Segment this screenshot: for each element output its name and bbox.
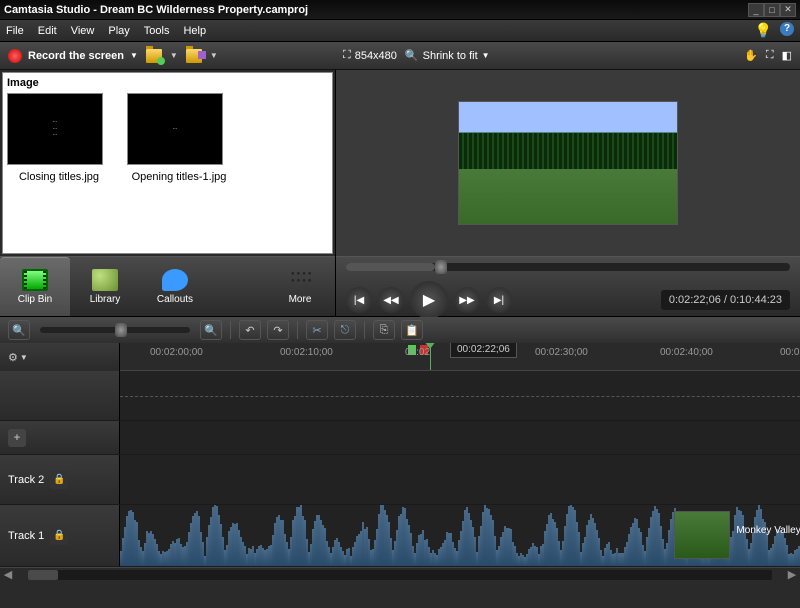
menu-tools[interactable]: Tools <box>144 25 170 37</box>
track-spacer <box>120 371 800 420</box>
thumbnail: ········· <box>7 93 103 165</box>
import-media-button[interactable] <box>146 49 162 63</box>
clip-label: Monkey Valley Video.m <box>736 525 800 536</box>
lock-icon[interactable]: 🔒 <box>50 527 68 545</box>
dimensions-button[interactable]: ⛶ 854x480 <box>343 49 397 62</box>
record-label: Record the screen <box>28 50 124 62</box>
copy-button[interactable]: ⎘ <box>373 320 395 340</box>
rewind-button[interactable]: ◀◀ <box>378 287 404 313</box>
zoom-dropdown[interactable]: 🔍 Shrink to fit ▼ <box>405 49 490 62</box>
tips-icon[interactable]: 💡 <box>755 22 772 39</box>
paste-button[interactable]: 📋 <box>401 320 423 340</box>
record-button[interactable]: Record the screen ▼ <box>8 49 138 63</box>
scrubber-handle[interactable] <box>435 260 447 274</box>
preview-image <box>458 101 678 225</box>
track-label: Track 2 <box>8 474 44 486</box>
chevron-down-icon[interactable]: ▼ <box>170 51 178 60</box>
play-button[interactable]: ▶ <box>410 281 448 319</box>
redo-button[interactable]: ↷ <box>267 320 289 340</box>
bin-item[interactable]: ········· Closing titles.jpg <box>7 93 111 183</box>
zoom-out-button[interactable]: 🔍 <box>8 320 30 340</box>
tab-clip-bin[interactable]: Clip Bin <box>0 257 70 316</box>
detach-button[interactable]: ◧ <box>782 49 792 62</box>
preview-panel: |◀ ◀◀ ▶ ▶▶ ▶| 0:02:22;06 / 0:10:44:23 <box>335 70 800 316</box>
menu-bar: File Edit View Play Tools Help 💡 ? <box>0 20 800 42</box>
import-wizard-button[interactable] <box>186 49 202 63</box>
forward-button[interactable]: ▶▶ <box>454 287 480 313</box>
pan-button[interactable]: ✋ <box>744 49 758 62</box>
tab-library[interactable]: Library <box>70 257 140 316</box>
scroll-left-icon[interactable]: ◀ <box>2 568 14 581</box>
zoom-in-button[interactable]: 🔍 <box>200 320 222 340</box>
timeline-ruler[interactable]: 00:02:00;00 00:02:10;00 00:02 00:02:30;0… <box>120 343 800 371</box>
panel-tabs: Clip Bin Library Callouts More <box>0 256 335 316</box>
menu-edit[interactable]: Edit <box>38 25 57 37</box>
close-button[interactable]: ✕ <box>780 3 796 17</box>
tab-more[interactable]: More <box>265 257 335 316</box>
library-icon <box>92 269 118 291</box>
clip-thumbnail[interactable] <box>674 511 730 559</box>
timeline: 🔍 🔍 ↶ ↷ ✂ ⎋ ⎘ 📋 ⚙ ▼ 00:02:00;00 00:02:10… <box>0 316 800 608</box>
scroll-right-icon[interactable]: ▶ <box>786 568 798 581</box>
track-label: Track 1 <box>8 530 44 542</box>
split-button[interactable]: ⎋ <box>334 320 356 340</box>
undo-button[interactable]: ↶ <box>239 320 261 340</box>
help-icon[interactable]: ? <box>780 22 794 36</box>
bin-item[interactable]: ··· Opening titles-1.jpg <box>127 93 231 183</box>
bin-item-label: Closing titles.jpg <box>7 171 111 183</box>
scroll-thumb[interactable] <box>28 570 58 580</box>
chevron-down-icon[interactable]: ▼ <box>210 51 218 60</box>
menu-play[interactable]: Play <box>108 25 129 37</box>
track-1-content[interactable]: Monkey Valley Video.m <box>120 505 800 566</box>
minimize-button[interactable]: _ <box>748 3 764 17</box>
menu-file[interactable]: File <box>6 25 24 37</box>
timeline-scrollbar[interactable]: ◀ ▶ <box>0 567 800 581</box>
window-title: Camtasia Studio - Dream BC Wilderness Pr… <box>4 4 748 16</box>
cut-button[interactable]: ✂ <box>306 320 328 340</box>
bin-header: Image <box>7 77 328 89</box>
clip-bin: Image ········· Closing titles.jpg ··· O… <box>2 72 333 254</box>
preview-canvas[interactable] <box>336 70 800 256</box>
zoom-slider[interactable] <box>40 327 190 333</box>
playhead[interactable] <box>430 343 431 371</box>
playback-scrubber[interactable] <box>346 263 790 271</box>
track-2-content[interactable] <box>120 455 800 504</box>
prev-button[interactable]: |◀ <box>346 287 372 313</box>
next-button[interactable]: ▶| <box>486 287 512 313</box>
maximize-button[interactable]: □ <box>764 3 780 17</box>
bin-item-label: Opening titles-1.jpg <box>127 171 231 183</box>
fullscreen-button[interactable]: ⛶ <box>766 49 774 62</box>
record-icon <box>8 49 22 63</box>
add-track-button[interactable]: + <box>8 429 26 447</box>
chevron-down-icon: ▼ <box>130 51 138 60</box>
lock-icon[interactable]: 🔒 <box>50 471 68 489</box>
more-icon <box>287 269 313 291</box>
callouts-icon <box>162 269 188 291</box>
clip-bin-icon <box>22 269 48 291</box>
track-empty[interactable] <box>120 421 800 454</box>
thumbnail: ··· <box>127 93 223 165</box>
left-panel: Image ········· Closing titles.jpg ··· O… <box>0 70 335 316</box>
timeline-settings-button[interactable]: ⚙ ▼ <box>8 351 28 364</box>
playhead-timecode: 00:02:22;06 <box>450 343 517 358</box>
time-display: 0:02:22;06 / 0:10:44:23 <box>661 290 790 310</box>
menu-help[interactable]: Help <box>183 25 206 37</box>
title-bar: Camtasia Studio - Dream BC Wilderness Pr… <box>0 0 800 20</box>
menu-view[interactable]: View <box>71 25 95 37</box>
tab-callouts[interactable]: Callouts <box>140 257 210 316</box>
